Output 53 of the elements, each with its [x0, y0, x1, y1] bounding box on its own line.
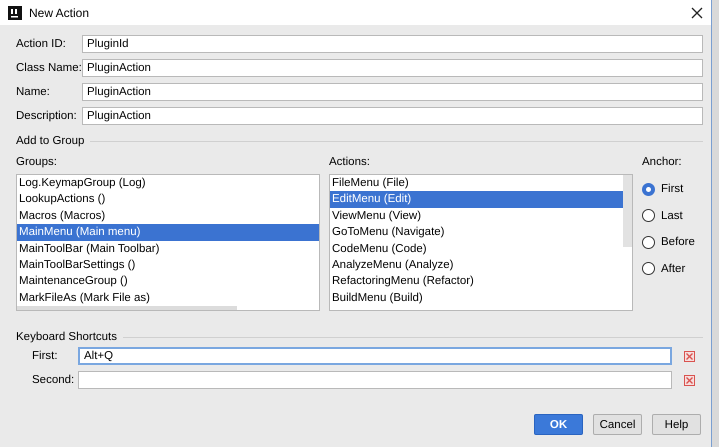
section-title: Add to Group	[16, 135, 84, 147]
list-item[interactable]: GoToMenu (Navigate)	[330, 224, 623, 241]
radio-button[interactable]	[642, 182, 655, 196]
input-field[interactable]: PluginAction	[82, 107, 703, 125]
list-item[interactable]: EditMenu (Edit)	[330, 191, 623, 208]
radio-button[interactable]	[642, 262, 655, 276]
field-label: Second:	[32, 374, 76, 386]
list-item[interactable]: RefactoringMenu (Refactor)	[330, 273, 623, 290]
list-item[interactable]: AnalyzeMenu (Analyze)	[330, 256, 623, 274]
field-label: Class Name:	[16, 62, 82, 74]
field-label: Description:	[16, 110, 78, 122]
list-item[interactable]: MainToolBarSettings ()	[17, 256, 319, 274]
field-label: Action ID:	[16, 38, 67, 50]
list-item[interactable]: CodeMenu (Code)	[330, 240, 623, 257]
list-item[interactable]: MainToolBar (Main Toolbar)	[17, 240, 319, 257]
radio-label[interactable]: Last	[661, 210, 683, 222]
list-item[interactable]: MainMenu (Main menu)	[17, 224, 319, 241]
dialog-button[interactable]: OK	[534, 414, 583, 435]
input-field[interactable]: PluginId	[82, 35, 703, 53]
clear-icon[interactable]	[684, 350, 695, 362]
radio-label[interactable]: After	[661, 262, 686, 275]
input-field[interactable]: Alt+Q	[78, 347, 672, 365]
list-box[interactable]: Log.KeymapGroup (Log) LookupActions () Macros (Macros) MainMenu (Main menu) MainToolBar (Main Toolbar) MainToolBarSettings () MaintenanceGroup () MarkFileAs (Mark File as)	[16, 174, 320, 311]
list-item[interactable]: BuildMenu (Build)	[330, 290, 623, 306]
scrollbar[interactable]	[623, 175, 632, 247]
list-item[interactable]: ViewMenu (View)	[330, 208, 623, 224]
list-box[interactable]: FileMenu (File) EditMenu (Edit) ViewMenu (View) GoToMenu (Navigate) CodeMenu (Code) AnalyzeMenu (Analyze) RefactoringMenu (Refactor) BuildMenu (Build)	[329, 174, 633, 311]
window-title: New Action	[29, 6, 90, 20]
field-label: First:	[32, 350, 59, 362]
input-field[interactable]	[78, 371, 672, 389]
dialog-button[interactable]: Help	[652, 414, 701, 435]
input-field[interactable]: PluginAction	[82, 83, 703, 101]
anchor-label: Anchor:	[642, 156, 683, 170]
list-item[interactable]: MarkFileAs (Mark File as)	[17, 290, 319, 306]
list-item[interactable]: LookupActions ()	[17, 191, 319, 208]
input-field[interactable]: PluginAction	[82, 59, 703, 77]
radio-label[interactable]: Before	[661, 236, 695, 248]
app-icon	[8, 6, 22, 20]
close-icon[interactable]	[691, 6, 703, 18]
list-item[interactable]: MaintenanceGroup ()	[17, 273, 319, 290]
dialog-button[interactable]: Cancel	[593, 414, 642, 435]
section-title: Keyboard Shortcuts	[16, 331, 118, 343]
radio-button[interactable]	[642, 236, 655, 249]
field-label: Name:	[16, 86, 51, 98]
list-item[interactable]: Macros (Macros)	[17, 208, 319, 224]
radio-label[interactable]: First	[661, 183, 684, 196]
clear-icon[interactable]	[684, 374, 695, 386]
list-item[interactable]: Log.KeymapGroup (Log)	[17, 175, 319, 192]
list-label: Actions:	[329, 156, 371, 170]
list-item[interactable]: FileMenu (File)	[330, 175, 623, 192]
radio-button[interactable]	[642, 209, 655, 222]
scrollbar[interactable]	[17, 306, 237, 310]
list-label: Groups:	[16, 156, 58, 170]
